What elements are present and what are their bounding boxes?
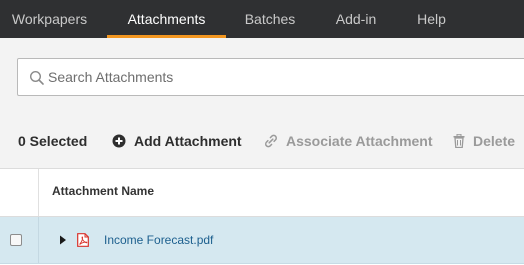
column-divider	[38, 169, 39, 216]
expand-arrow-icon[interactable]	[59, 235, 67, 245]
selected-count: 0 Selected	[18, 133, 88, 149]
link-icon	[265, 135, 277, 148]
trash-icon	[453, 134, 465, 149]
search-icon	[29, 70, 44, 85]
row-checkbox[interactable]	[10, 234, 22, 246]
search-box[interactable]	[17, 58, 524, 96]
add-attachment-label: Add Attachment	[134, 133, 242, 149]
associate-attachment-label: Associate Attachment	[286, 133, 433, 149]
delete-label: Delete	[473, 133, 516, 149]
add-attachment-button[interactable]: Add Attachment	[112, 114, 242, 168]
pdf-icon	[77, 233, 89, 247]
table-row[interactable]: Income Forecast.pdf	[0, 217, 524, 264]
attachments-page: Workpapers Attachments Batches Add-in He…	[0, 0, 524, 265]
column-divider	[38, 217, 39, 263]
tab-batches[interactable]: Batches	[234, 0, 306, 38]
plus-circle-icon	[112, 134, 126, 148]
attachment-name-link[interactable]: Income Forecast.pdf	[104, 217, 213, 263]
toolbar: 0 Selected Add Attachment Associate Atta…	[0, 114, 524, 169]
tab-workpapers[interactable]: Workpapers	[0, 0, 99, 38]
table-header: Attachment Name	[0, 169, 524, 217]
delete-button[interactable]: Delete	[453, 114, 515, 168]
tab-add-in[interactable]: Add-in	[320, 0, 392, 38]
associate-attachment-button[interactable]: Associate Attachment	[264, 114, 433, 168]
search-input[interactable]	[48, 60, 508, 94]
column-header-attachment-name[interactable]: Attachment Name	[52, 169, 154, 216]
search-region	[0, 38, 524, 115]
top-navigation: Workpapers Attachments Batches Add-in He…	[0, 0, 524, 38]
tab-help[interactable]: Help	[404, 0, 459, 38]
tab-attachments[interactable]: Attachments	[107, 0, 226, 38]
